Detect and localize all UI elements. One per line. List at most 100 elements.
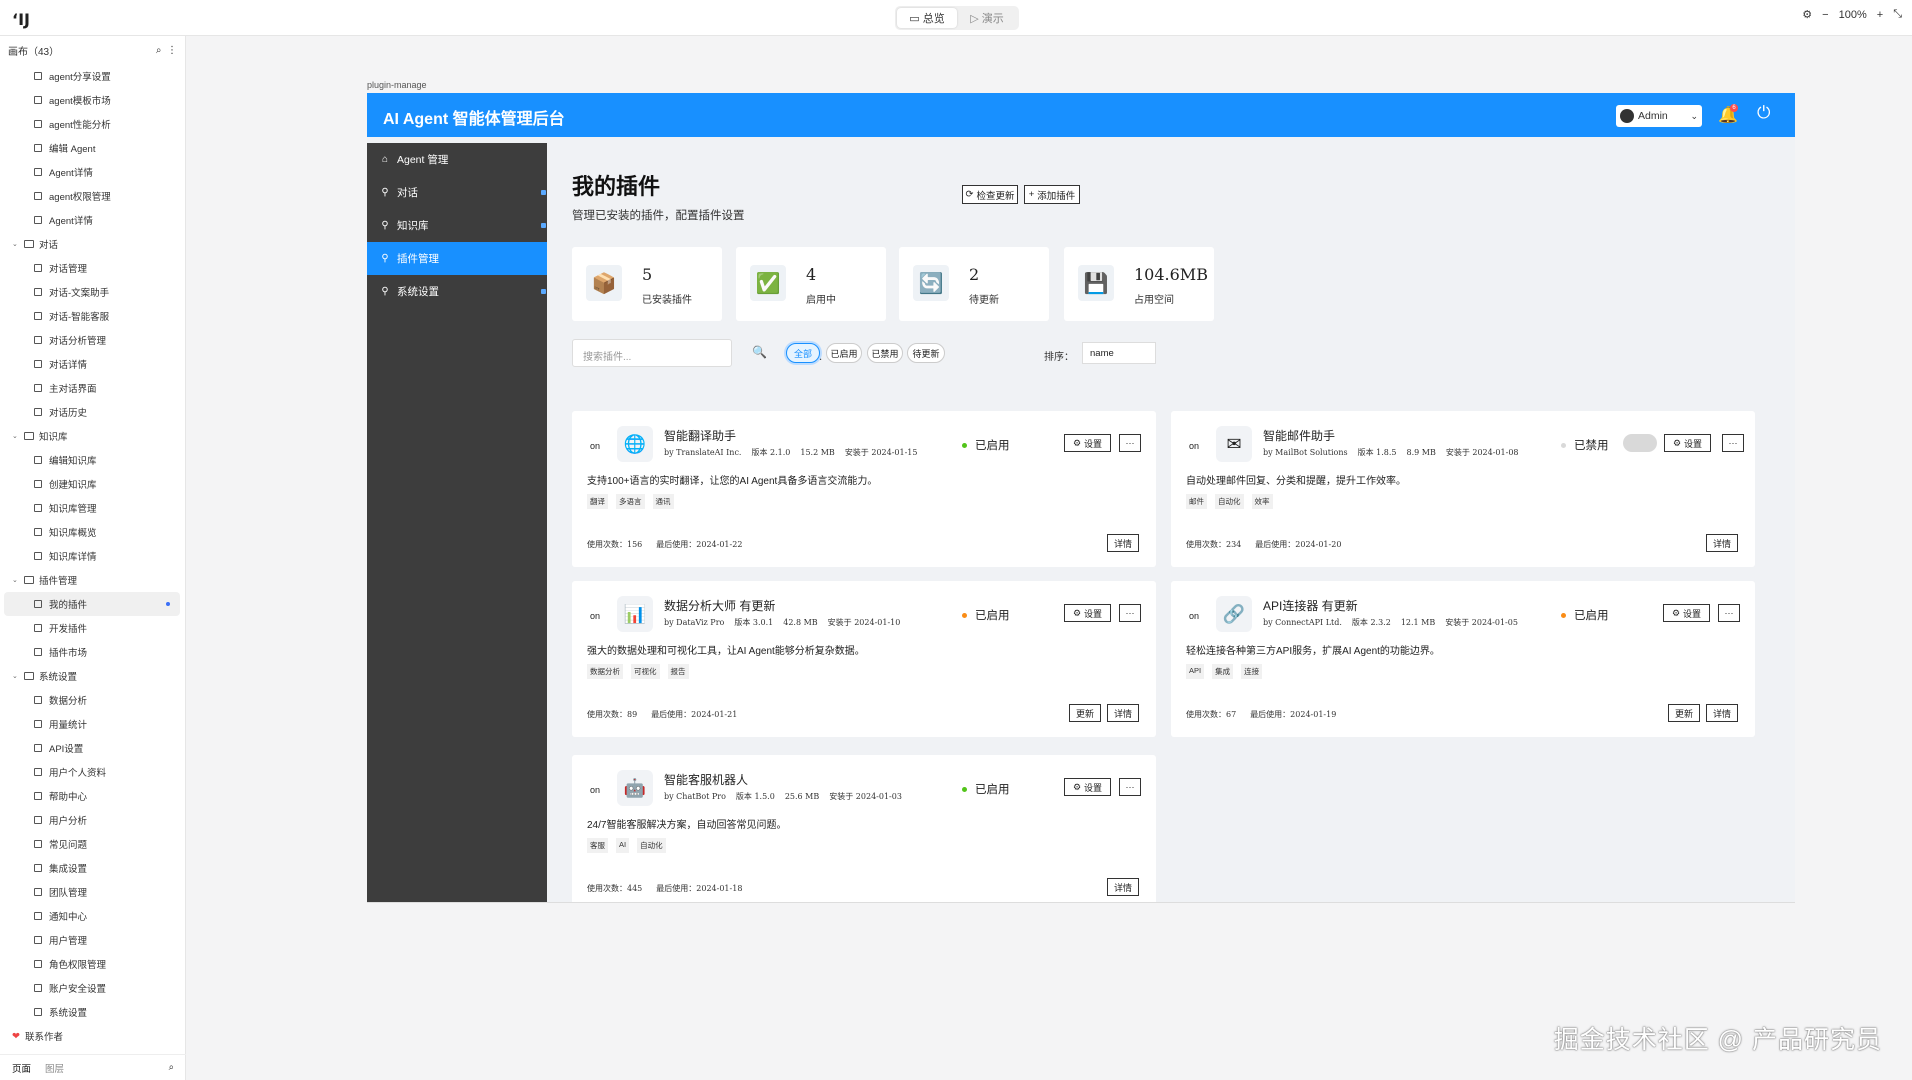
user-name: Admin	[1638, 110, 1668, 122]
settings-button[interactable]: ⚙ 设置	[1064, 604, 1111, 622]
enable-toggle[interactable]	[1623, 434, 1657, 452]
update-button[interactable]: 更新	[1668, 704, 1700, 722]
plugin-version: 版本 3.0.1	[734, 618, 774, 627]
more-button[interactable]: ···	[1718, 604, 1740, 622]
detail-button[interactable]: 详情	[1706, 704, 1738, 722]
settings-button[interactable]: ⚙ 设置	[1064, 434, 1111, 452]
zoom-out-button[interactable]: −	[1822, 9, 1828, 21]
filter-chip[interactable]: 全部	[786, 343, 820, 363]
more-button[interactable]: ···	[1119, 778, 1141, 796]
tree-group[interactable]: ⌄ 插件管理	[0, 568, 186, 592]
user-menu-dropdown[interactable]: Admin ⌄	[1616, 105, 1702, 127]
tree-group[interactable]: ⌄ 系统设置	[0, 664, 186, 688]
tree-item[interactable]: 我的插件	[4, 592, 180, 616]
stat-icon: 💾	[1078, 265, 1114, 301]
settings-button[interactable]: ⚙ 设置	[1664, 434, 1711, 452]
tree-item[interactable]: 账户安全设置	[0, 976, 186, 1000]
tree-item[interactable]: 主对话界面	[0, 376, 186, 400]
detail-button[interactable]: 详情	[1706, 534, 1738, 552]
check-update-button[interactable]: ⟳ 检查更新	[962, 185, 1018, 204]
tree-item[interactable]: 对话历史	[0, 400, 186, 424]
filter-chip[interactable]: 已启用	[826, 343, 862, 363]
tree-item[interactable]: 角色权限管理	[0, 952, 186, 976]
search-input[interactable]: 搜索插件...	[572, 339, 732, 367]
tab-layers[interactable]: 图层	[45, 1061, 64, 1075]
frame-bottom-divider	[367, 902, 1795, 903]
tree-item[interactable]: 知识库管理	[0, 496, 186, 520]
tree-item[interactable]: 对话管理	[0, 256, 186, 280]
tree-item-contact[interactable]: ❤ 联系作者	[0, 1024, 186, 1048]
tree-item[interactable]: 对话-智能客服	[0, 304, 186, 328]
detail-button[interactable]: 详情	[1107, 534, 1139, 552]
tree-item[interactable]: Agent详情	[0, 208, 186, 232]
more-button[interactable]: ···	[1119, 604, 1141, 622]
tree-item[interactable]: 对话详情	[0, 352, 186, 376]
tree-item[interactable]: 用户管理	[0, 928, 186, 952]
folder-icon	[24, 240, 34, 248]
mode-overview-button[interactable]: ▭ 总览	[897, 8, 957, 28]
filter-chip[interactable]: 待更新	[907, 343, 945, 363]
tree-group[interactable]: ⌄ 知识库	[0, 424, 186, 448]
search-icon[interactable]: ⌕	[169, 1062, 174, 1073]
sort-select[interactable]: name	[1082, 342, 1156, 364]
sidebar-item[interactable]: ⚲ 知识库	[367, 209, 547, 242]
app-logo-icon[interactable]: ʻIJ	[12, 10, 30, 29]
more-vertical-icon[interactable]: ⋮	[167, 45, 177, 56]
tree-item[interactable]: Agent详情	[0, 160, 186, 184]
tree-item[interactable]: 编辑知识库	[0, 448, 186, 472]
detail-button[interactable]: 详情	[1107, 704, 1139, 722]
search-icon[interactable]: 🔍	[752, 345, 767, 359]
stat-value: 104.6MB	[1134, 265, 1208, 284]
tree-item[interactable]: 知识库详情	[0, 544, 186, 568]
tree-item[interactable]: 知识库概览	[0, 520, 186, 544]
tree-item[interactable]: 用量统计	[0, 712, 186, 736]
update-button[interactable]: 更新	[1069, 704, 1101, 722]
tree-item[interactable]: 对话分析管理	[0, 328, 186, 352]
tree-item-label: 团队管理	[49, 888, 88, 899]
search-icon[interactable]: ⌕	[156, 45, 162, 56]
tag: 自动化	[1215, 494, 1244, 509]
tree-item[interactable]: 集成设置	[0, 856, 186, 880]
tree-item[interactable]: 数据分析	[0, 688, 186, 712]
sort-label: 排序：	[1044, 352, 1074, 363]
filter-chip[interactable]: 已禁用	[867, 343, 903, 363]
sidebar-item[interactable]: ⌂ Agent 管理	[367, 143, 547, 176]
add-plugin-button[interactable]: + 添加插件	[1024, 185, 1080, 204]
tree-item[interactable]: 通知中心	[0, 904, 186, 928]
settings-button[interactable]: ⚙ 设置	[1663, 604, 1710, 622]
tree-item[interactable]: 用户个人资料	[0, 760, 186, 784]
tree-item[interactable]: 编辑 Agent	[0, 136, 186, 160]
tree-item[interactable]: 帮助中心	[0, 784, 186, 808]
page-icon	[34, 384, 42, 392]
settings-button[interactable]: ⚙ 设置	[1064, 778, 1111, 796]
tree-item[interactable]: API设置	[0, 736, 186, 760]
zoom-level[interactable]: 100%	[1839, 9, 1867, 21]
tree-item[interactable]: 常见问题	[0, 832, 186, 856]
tree-item[interactable]: 团队管理	[0, 880, 186, 904]
page-subtitle: 管理已安装的插件，配置插件设置	[572, 210, 745, 222]
tree-item[interactable]: agent模板市场	[0, 88, 186, 112]
tree-item[interactable]: 用户分析	[0, 808, 186, 832]
tree-item[interactable]: 对话-文案助手	[0, 280, 186, 304]
mode-demo-button[interactable]: ▷ 演示	[957, 8, 1017, 28]
sidebar-item[interactable]: ⚲ 对话	[367, 176, 547, 209]
tree-item[interactable]: 开发插件	[0, 616, 186, 640]
tree-item[interactable]: agent分享设置	[0, 64, 186, 88]
tree-item[interactable]: 创建知识库	[0, 472, 186, 496]
tree-item[interactable]: agent权限管理	[0, 184, 186, 208]
more-button[interactable]: ···	[1119, 434, 1141, 452]
tree-item[interactable]: 系统设置	[0, 1000, 186, 1024]
tree-group[interactable]: ⌄ 对话	[0, 232, 186, 256]
sidebar-item[interactable]: ⚲ 插件管理	[367, 242, 547, 275]
collapse-icon[interactable]: ⤡	[1893, 8, 1902, 21]
zoom-in-button[interactable]: +	[1877, 9, 1883, 21]
tree-item[interactable]: agent性能分析	[0, 112, 186, 136]
power-icon[interactable]: ⏻	[1757, 103, 1770, 123]
tab-pages[interactable]: 页面	[12, 1061, 31, 1075]
notification-badge: 6	[1730, 104, 1738, 112]
more-button[interactable]: ···	[1722, 434, 1744, 452]
detail-button[interactable]: 详情	[1107, 878, 1139, 896]
settings-sliders-icon[interactable]: ⚙	[1802, 8, 1812, 21]
tree-item[interactable]: 插件市场	[0, 640, 186, 664]
sidebar-item[interactable]: ⚲ 系统设置	[367, 275, 547, 308]
